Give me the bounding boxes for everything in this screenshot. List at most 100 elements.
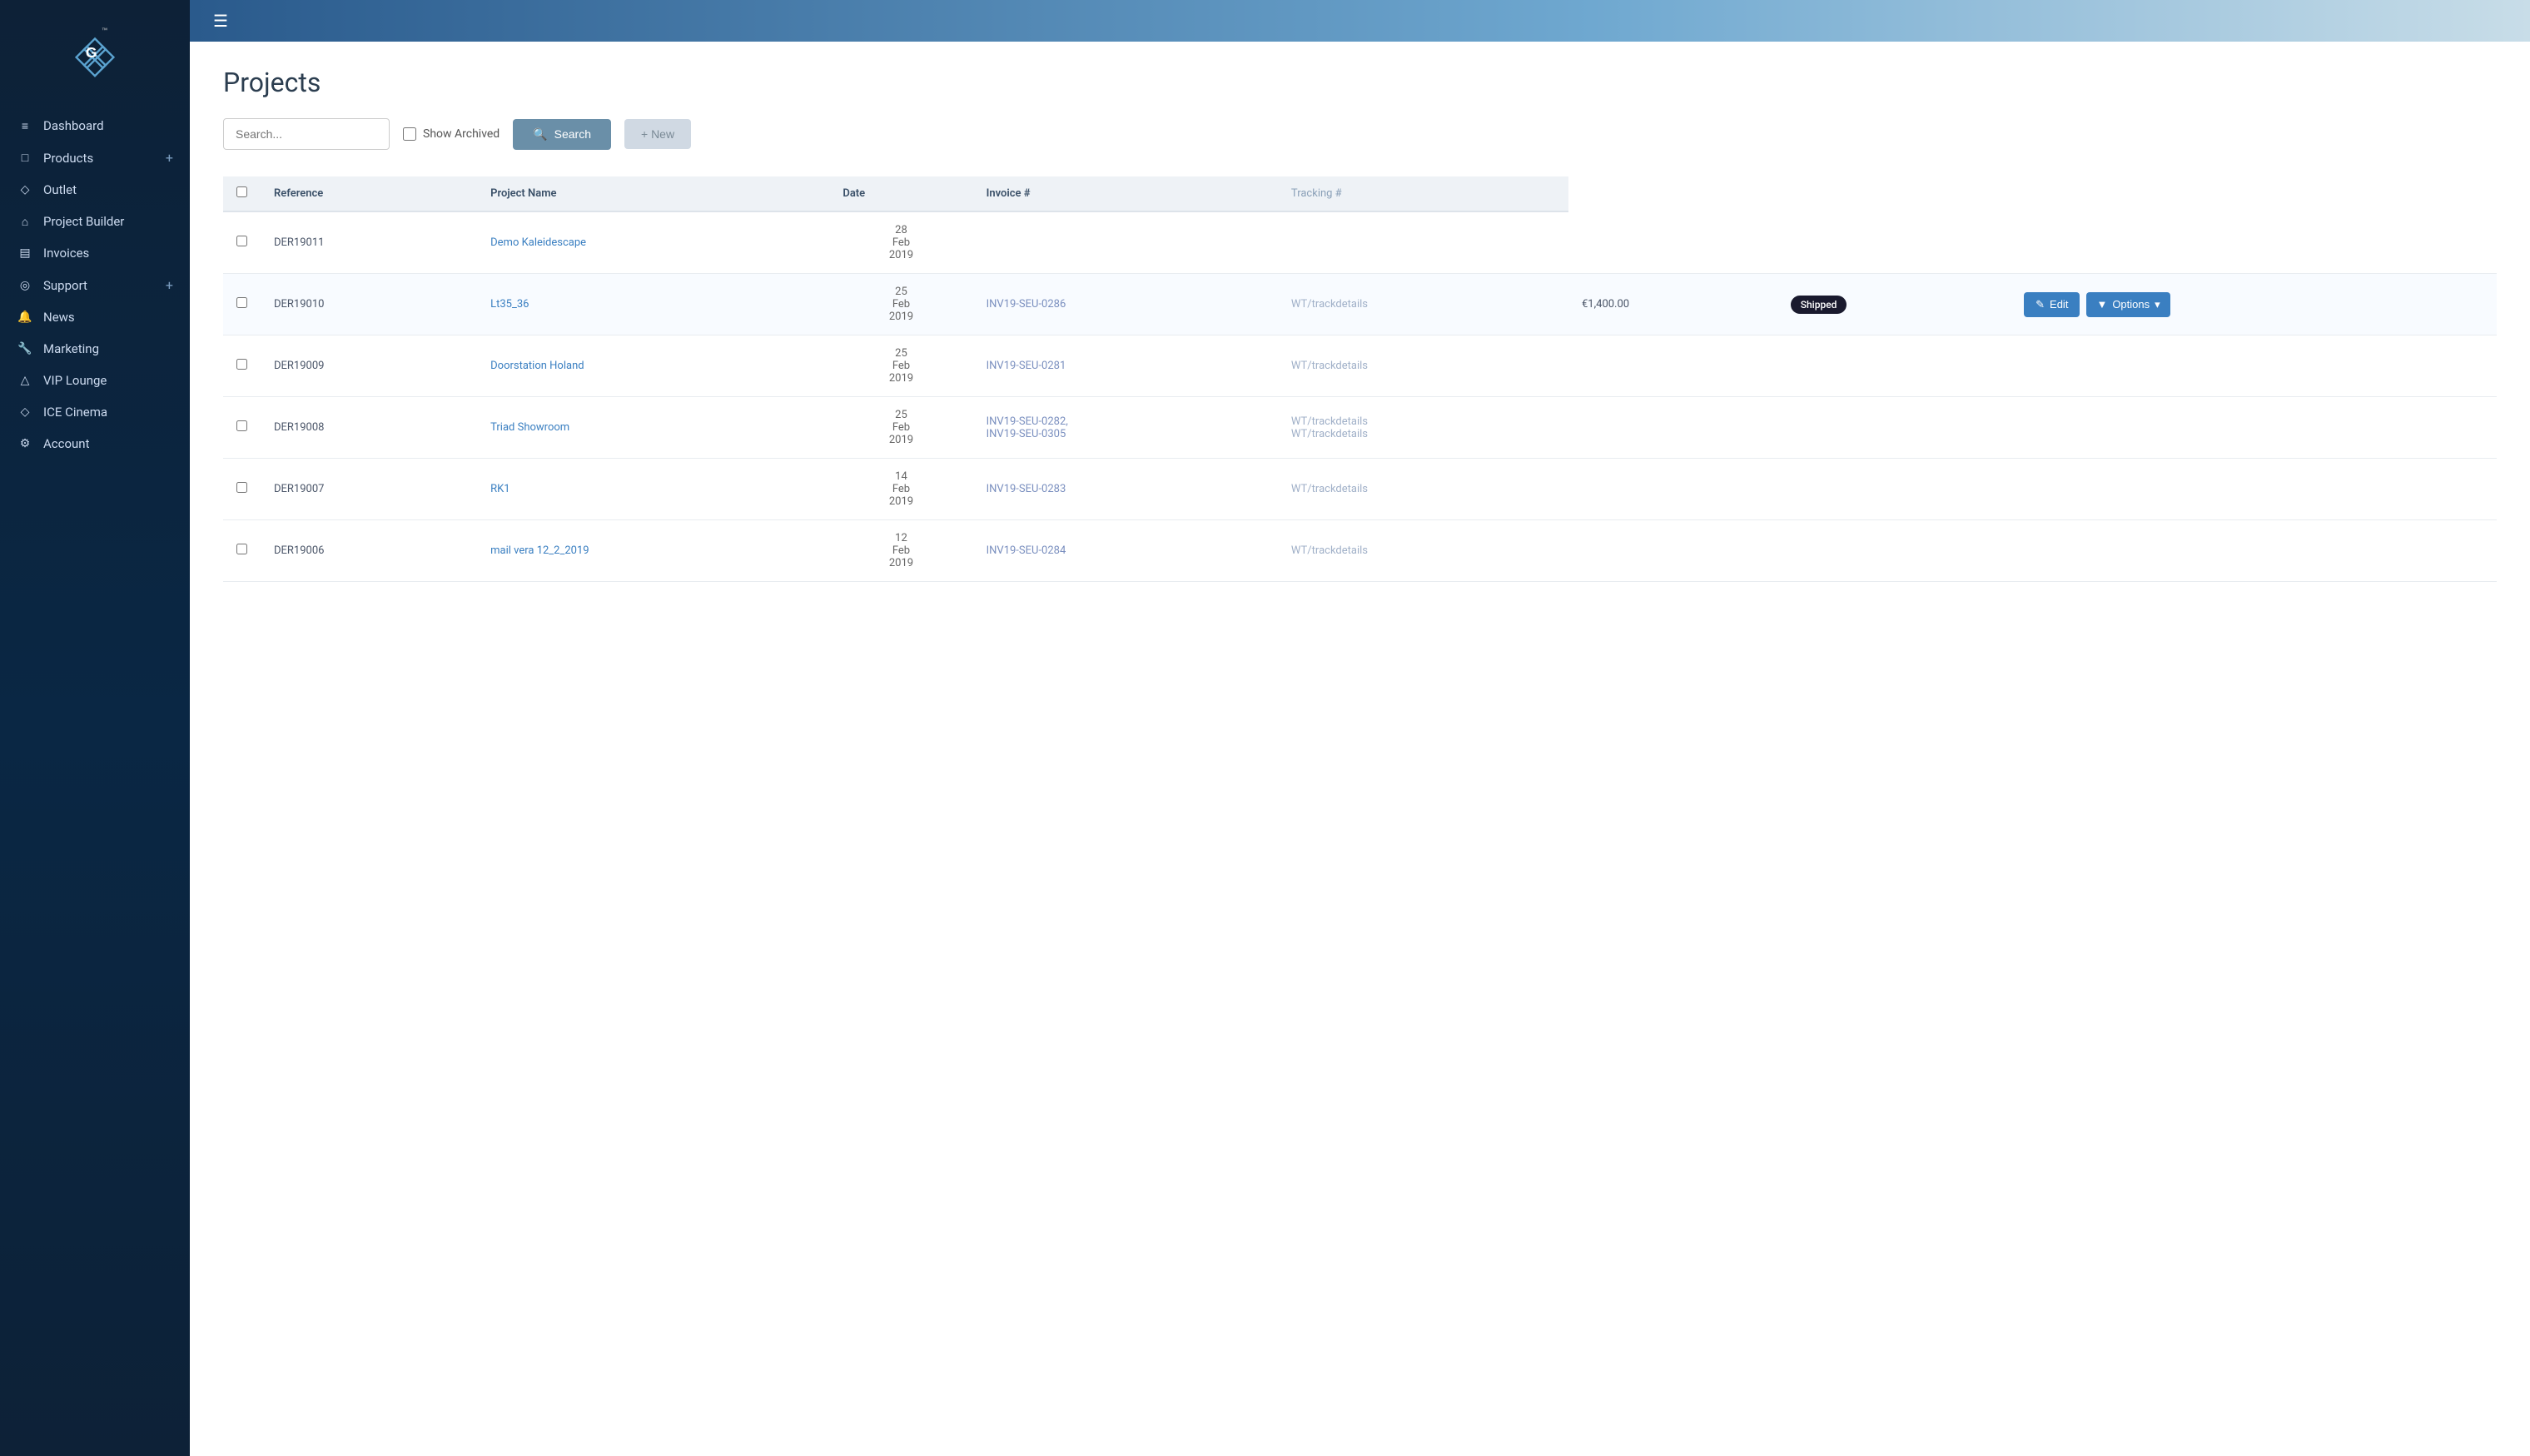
- sidebar-item-news[interactable]: 🔔 News: [0, 301, 190, 333]
- status-badge: Shipped: [1791, 296, 1847, 314]
- row-checkbox-cell: [223, 459, 261, 520]
- chevron-down-icon: ▾: [2155, 298, 2160, 311]
- th-reference: Reference: [261, 176, 477, 211]
- row-checkbox[interactable]: [236, 236, 247, 246]
- project-name-link[interactable]: mail vera 12_2_2019: [490, 544, 589, 557]
- marketing-icon: 🔧: [17, 342, 33, 355]
- news-icon: 🔔: [17, 311, 33, 324]
- top-bar: ☰: [190, 0, 2530, 42]
- add-button[interactable]: + New: [624, 119, 691, 149]
- reference-value: DER19010: [274, 298, 324, 311]
- edit-icon: ✎: [2035, 298, 2045, 311]
- invoice-link[interactable]: INV19-SEU-0286: [987, 298, 1066, 311]
- project-name-link[interactable]: Doorstation Holand: [490, 360, 584, 372]
- sidebar-item-label: News: [43, 310, 173, 325]
- sidebar-item-marketing[interactable]: 🔧 Marketing: [0, 333, 190, 365]
- tracking-link[interactable]: WT/trackdetails: [1291, 483, 1368, 495]
- sidebar-item-vip-lounge[interactable]: △ VIP Lounge: [0, 365, 190, 396]
- sidebar-item-outlet[interactable]: ◇ Outlet: [0, 174, 190, 206]
- invoice-link-2[interactable]: INV19-SEU-0305: [987, 428, 1066, 440]
- cell-date: 12Feb2019: [829, 520, 972, 582]
- row-checkbox[interactable]: [236, 420, 247, 431]
- row-actions: ✎ Edit ▼ Options ▾: [2024, 292, 2483, 317]
- tracking-link[interactable]: WT/trackdetails: [1291, 415, 1368, 428]
- edit-button[interactable]: ✎ Edit: [2024, 292, 2080, 317]
- row-checkbox[interactable]: [236, 544, 247, 554]
- table-row: DER19006 mail vera 12_2_2019 12Feb2019 I…: [223, 520, 2497, 582]
- invoice-link[interactable]: INV19-SEU-0281: [987, 360, 1066, 372]
- cell-tracking: [1278, 211, 1568, 274]
- search-input[interactable]: [223, 118, 390, 150]
- invoice-link[interactable]: INV19-SEU-0282,: [987, 415, 1068, 428]
- row-checkbox-cell: [223, 397, 261, 459]
- cell-invoice: INV19-SEU-0284: [973, 520, 1278, 582]
- sidebar-item-label: VIP Lounge: [43, 373, 173, 388]
- tracking-link[interactable]: WT/trackdetails: [1291, 360, 1368, 372]
- sidebar-item-project-builder[interactable]: ⌂ Project Builder: [0, 206, 190, 237]
- search-icon: 🔍: [533, 127, 547, 142]
- show-archived-text: Show Archived: [423, 127, 500, 141]
- svg-text:G: G: [86, 44, 97, 61]
- sidebar-item-support[interactable]: ◎ Support +: [0, 269, 190, 301]
- page-title: Projects: [223, 67, 2497, 98]
- show-archived-checkbox[interactable]: [403, 127, 416, 141]
- select-all-checkbox[interactable]: [236, 186, 247, 197]
- svg-text:™: ™: [102, 26, 107, 33]
- project-name-link[interactable]: Demo Kaleidescape: [490, 236, 586, 249]
- support-icon: ◎: [17, 279, 33, 292]
- content-area: Projects Show Archived 🔍 Search + New: [190, 42, 2530, 1456]
- cell-date: 28Feb2019: [829, 211, 972, 274]
- cell-tracking: WT/trackdetails: [1278, 459, 1568, 520]
- table-row: DER19010 Lt35_36 25Feb2019 INV19-SEU-028…: [223, 274, 2497, 335]
- support-expand-icon[interactable]: +: [166, 277, 173, 293]
- sidebar-item-dashboard[interactable]: ≡ Dashboard: [0, 110, 190, 142]
- account-icon: ⚙: [17, 437, 33, 450]
- sidebar-item-products[interactable]: □ Products +: [0, 142, 190, 174]
- ice-cinema-icon: ◇: [17, 405, 33, 419]
- cell-date: 25Feb2019: [829, 397, 972, 459]
- hamburger-menu[interactable]: ☰: [206, 7, 235, 34]
- project-name-link[interactable]: Triad Showroom: [490, 421, 569, 434]
- date-value: 14Feb2019: [843, 470, 959, 508]
- cell-actions: ✎ Edit ▼ Options ▾: [2011, 274, 2497, 335]
- products-expand-icon[interactable]: +: [166, 150, 173, 166]
- tracking-link[interactable]: WT/trackdetails: [1291, 298, 1368, 311]
- table-body: DER19011 Demo Kaleidescape 28Feb2019: [223, 211, 2497, 582]
- project-name-link[interactable]: RK1: [490, 483, 509, 495]
- th-tracking: Tracking #: [1278, 176, 1568, 211]
- tracking-link[interactable]: WT/trackdetails: [1291, 544, 1368, 557]
- date-value: 25Feb2019: [843, 347, 959, 385]
- outlet-icon: ◇: [17, 183, 33, 196]
- cell-project-name: Triad Showroom: [477, 397, 829, 459]
- options-button[interactable]: ▼ Options ▾: [2086, 292, 2170, 317]
- vip-lounge-icon: △: [17, 374, 33, 387]
- sidebar-item-label: ICE Cinema: [43, 405, 173, 420]
- invoice-link[interactable]: INV19-SEU-0283: [987, 483, 1066, 495]
- sidebar-item-label: Products: [43, 151, 166, 166]
- row-checkbox-cell: [223, 520, 261, 582]
- table-row: DER19008 Triad Showroom 25Feb2019 INV19-…: [223, 397, 2497, 459]
- cell-tracking: WT/trackdetails: [1278, 274, 1568, 335]
- table-row: DER19009 Doorstation Holand 25Feb2019 IN…: [223, 335, 2497, 397]
- invoice-link[interactable]: INV19-SEU-0284: [987, 544, 1066, 557]
- cell-invoice: [973, 211, 1278, 274]
- options-label: Options: [2112, 298, 2150, 311]
- row-checkbox-cell: [223, 211, 261, 274]
- sidebar-item-invoices[interactable]: ▤ Invoices: [0, 237, 190, 269]
- project-name-link[interactable]: Lt35_36: [490, 298, 529, 311]
- search-button[interactable]: 🔍 Search: [513, 119, 611, 150]
- date-value: 12Feb2019: [843, 532, 959, 569]
- search-button-label: Search: [554, 127, 591, 141]
- sidebar-item-ice-cinema[interactable]: ◇ ICE Cinema: [0, 396, 190, 428]
- row-checkbox[interactable]: [236, 297, 247, 308]
- row-checkbox[interactable]: [236, 359, 247, 370]
- cell-reference: DER19007: [261, 459, 477, 520]
- row-checkbox[interactable]: [236, 482, 247, 493]
- date-value: 28Feb2019: [843, 224, 959, 261]
- tracking-link-2[interactable]: WT/trackdetails: [1291, 428, 1368, 440]
- cell-invoice: INV19-SEU-0281: [973, 335, 1278, 397]
- sidebar-item-account[interactable]: ⚙ Account: [0, 428, 190, 460]
- table-header: Reference Project Name Date Invoice # Tr…: [223, 176, 2497, 211]
- show-archived-label[interactable]: Show Archived: [403, 127, 500, 141]
- amount-value: €1,400.00: [1582, 298, 1629, 311]
